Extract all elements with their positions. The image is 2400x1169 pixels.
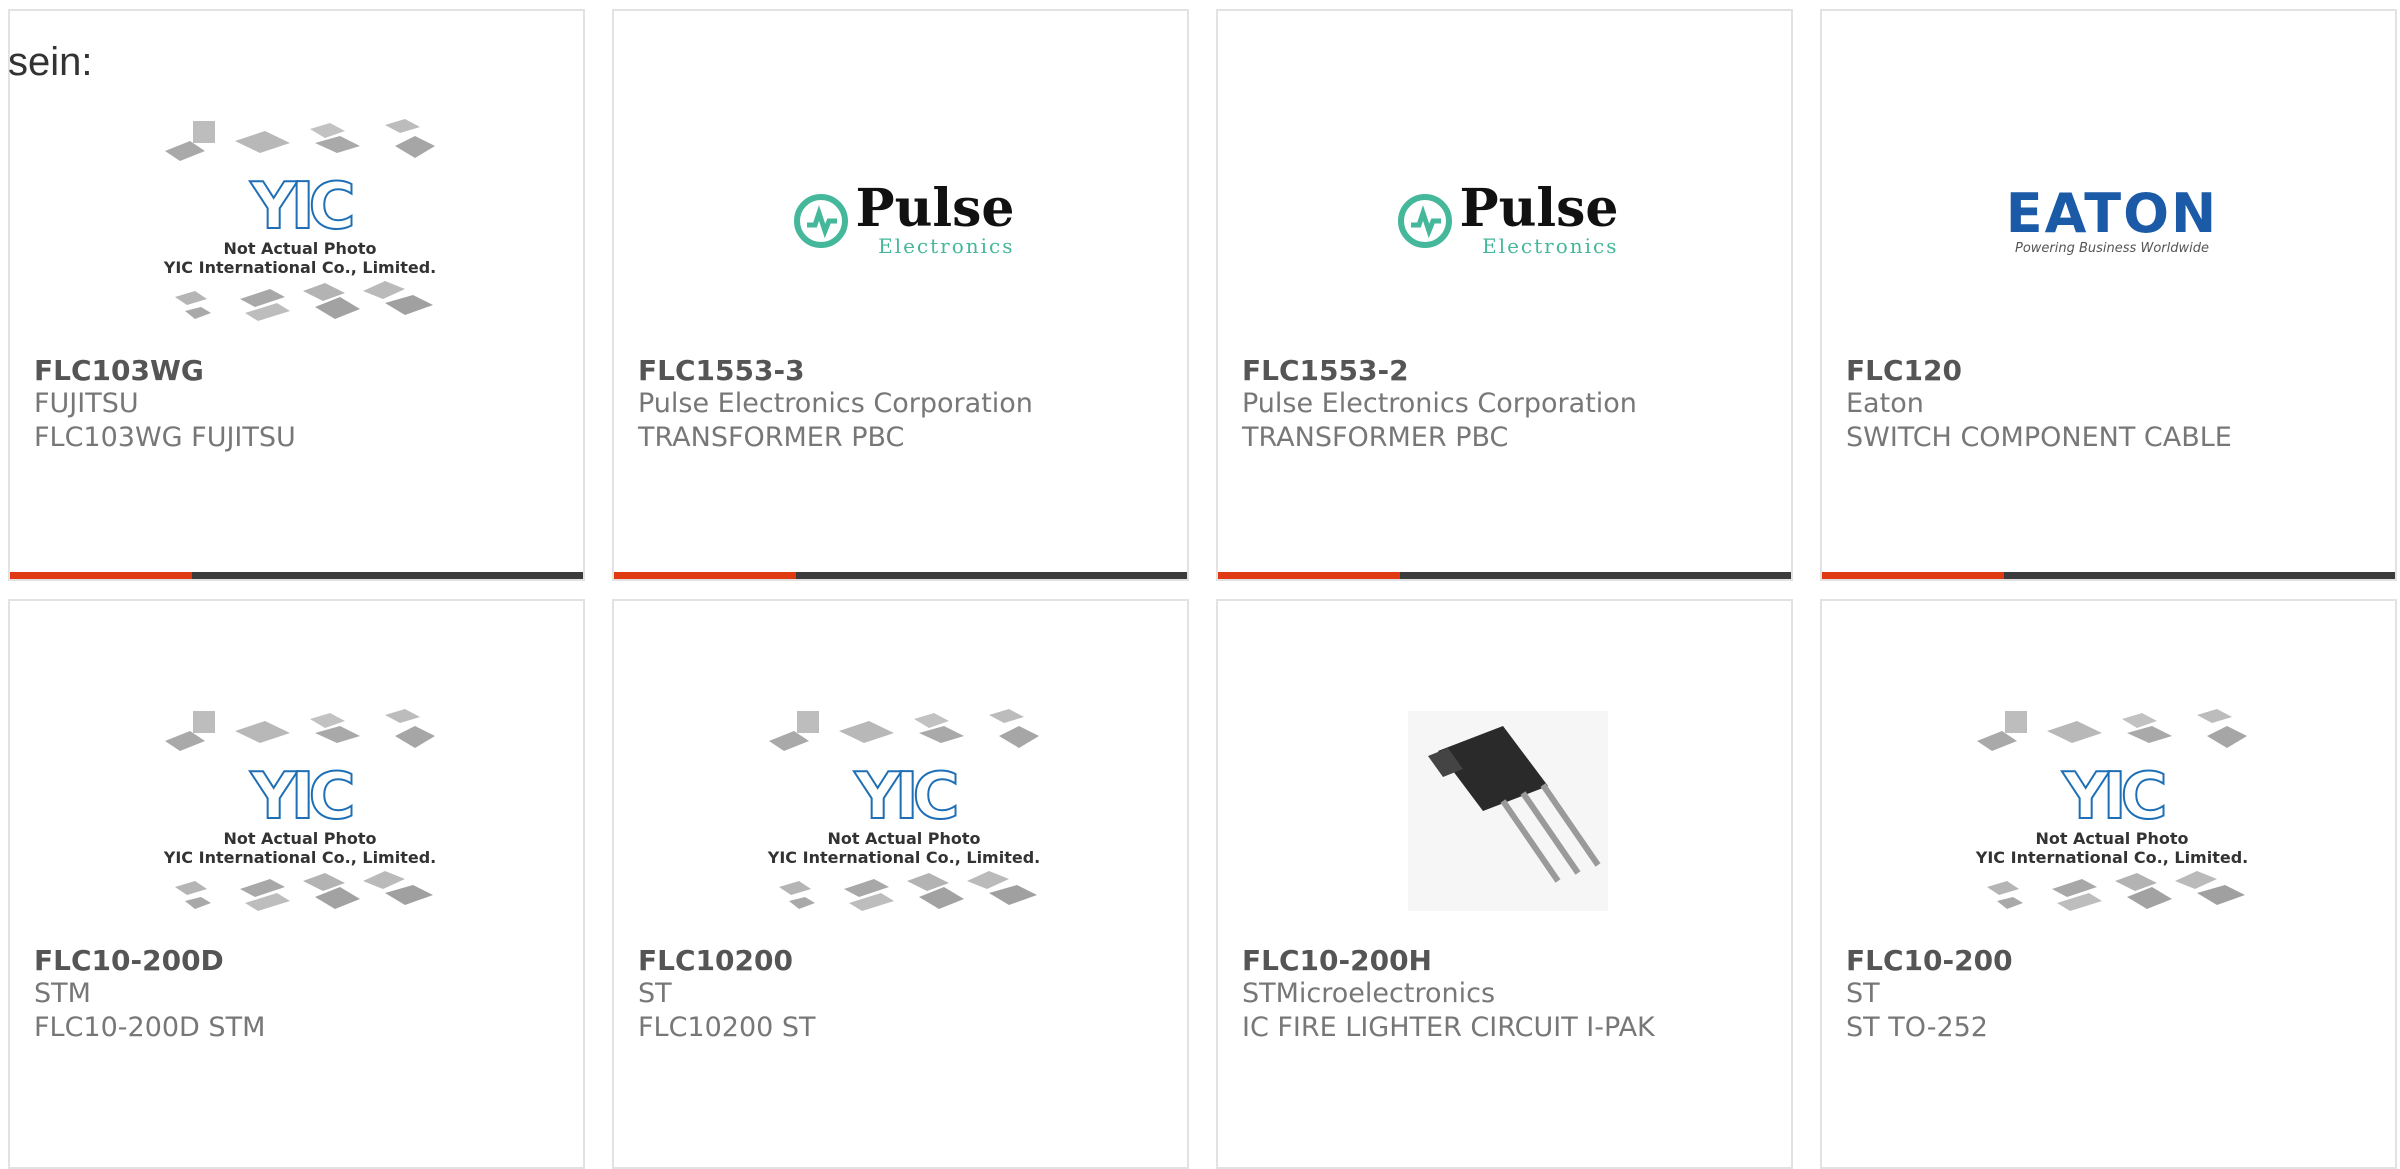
manufacturer: ST <box>1846 978 1880 1009</box>
pulse-mark-icon <box>794 194 849 248</box>
product-image-placeholder[interactable]: YIC Not Actual Photo YIC International C… <box>764 681 1044 941</box>
description: FLC10200 ST <box>638 1012 816 1043</box>
part-number[interactable]: FLC10200 <box>638 944 793 977</box>
chip-package-icons <box>1987 871 2245 911</box>
pulse-electronics-logo: Pulse Electronics <box>793 178 1015 258</box>
part-number[interactable]: FLC120 <box>1846 354 1962 387</box>
description: FLC10-200D STM <box>34 1012 266 1043</box>
product-card[interactable]: YIC Not Actual Photo YIC International C… <box>612 599 1189 1169</box>
manufacturer: STMicroelectronics <box>1242 978 1496 1009</box>
yic-logo: YIC <box>853 760 960 834</box>
part-number[interactable]: FLC1553-2 <box>1242 354 1409 387</box>
yic-placeholder-image: YIC Not Actual Photo YIC International C… <box>768 701 1040 921</box>
manufacturer: STM <box>34 978 91 1009</box>
chip-package-icons <box>779 871 1037 911</box>
yic-logo: YIC <box>249 760 356 834</box>
product-image-photo[interactable] <box>1368 681 1648 941</box>
yic-logo: YIC <box>2061 760 2168 834</box>
description: ST TO-252 <box>1846 1012 1988 1043</box>
ipak-transistor-image <box>1408 711 1608 911</box>
product-card[interactable]: YIC Not Actual Photo YIC International C… <box>8 9 585 581</box>
yic-logo: YIC <box>249 170 356 244</box>
chip-package-icons <box>165 119 435 161</box>
yic-company-label: YIC International Co., Limited. <box>163 258 437 277</box>
yic-placeholder-image: YIC Not Actual Photo YIC International C… <box>164 701 436 921</box>
chip-package-icons <box>769 709 1039 751</box>
description: SWITCH COMPONENT CABLE <box>1846 422 2232 453</box>
chip-package-icons <box>1977 709 2247 751</box>
chip-package-icons <box>175 281 433 321</box>
pulse-wordmark: Pulse <box>1459 178 1619 239</box>
card-accent-bar <box>1822 572 2395 579</box>
product-image-logo[interactable]: EATON Powering Business Worldwide <box>1972 91 2252 351</box>
product-image-placeholder[interactable]: YIC Not Actual Photo YIC International C… <box>160 681 440 941</box>
pulse-mark-icon <box>1398 194 1453 248</box>
product-grid: YIC Not Actual Photo YIC International C… <box>0 0 2400 1169</box>
card-accent-bar <box>614 572 1187 579</box>
yic-placeholder-image: YIC Not Actual Photo YIC International C… <box>164 111 436 331</box>
manufacturer: ST <box>638 978 672 1009</box>
yic-company-label: YIC International Co., Limited. <box>163 848 437 867</box>
description: IC FIRE LIGHTER CIRCUIT I-PAK <box>1242 1012 1655 1043</box>
intro-text: sein: <box>8 40 93 84</box>
manufacturer: Pulse Electronics Corporation <box>638 388 1033 419</box>
part-number[interactable]: FLC10-200H <box>1242 944 1432 977</box>
part-number[interactable]: FLC10-200D <box>34 944 224 977</box>
product-image-placeholder[interactable]: YIC Not Actual Photo YIC International C… <box>1972 681 2252 941</box>
product-card[interactable]: Pulse Electronics FLC1553-3 Pulse Electr… <box>612 9 1189 581</box>
product-card[interactable]: Pulse Electronics FLC1553-2 Pulse Electr… <box>1216 9 1793 581</box>
part-number[interactable]: FLC103WG <box>34 354 204 387</box>
product-card[interactable]: FLC10-200H STMicroelectronics IC FIRE LI… <box>1216 599 1793 1169</box>
product-image-logo[interactable]: Pulse Electronics <box>1368 91 1648 351</box>
yic-company-label: YIC International Co., Limited. <box>1975 848 2249 867</box>
pulse-wordmark: Pulse <box>855 178 1015 239</box>
eaton-wordmark: EATON <box>2005 181 2219 245</box>
product-image-placeholder[interactable]: YIC Not Actual Photo YIC International C… <box>160 91 440 351</box>
description: TRANSFORMER PBC <box>638 422 905 453</box>
not-actual-photo-label: Not Actual Photo <box>827 829 981 848</box>
product-card[interactable]: YIC Not Actual Photo YIC International C… <box>1820 599 2397 1169</box>
description: FLC103WG FUJITSU <box>34 422 296 453</box>
part-number[interactable]: FLC1553-3 <box>638 354 805 387</box>
chip-package-icons <box>175 871 433 911</box>
card-accent-bar <box>10 572 583 579</box>
manufacturer: Eaton <box>1846 388 1924 419</box>
yic-placeholder-image: YIC Not Actual Photo YIC International C… <box>1976 701 2248 921</box>
manufacturer: Pulse Electronics Corporation <box>1242 388 1637 419</box>
product-card[interactable]: YIC Not Actual Photo YIC International C… <box>8 599 585 1169</box>
card-accent-bar <box>1218 572 1791 579</box>
pulse-electronics-logo: Pulse Electronics <box>1397 178 1619 258</box>
not-actual-photo-label: Not Actual Photo <box>2035 829 2189 848</box>
description: TRANSFORMER PBC <box>1242 422 1509 453</box>
eaton-logo: EATON Powering Business Worldwide <box>2005 181 2219 256</box>
eaton-tagline: Powering Business Worldwide <box>2015 240 2209 256</box>
pulse-subtitle: Electronics <box>878 234 1015 258</box>
not-actual-photo-label: Not Actual Photo <box>223 239 377 258</box>
chip-package-icons <box>165 709 435 751</box>
pulse-subtitle: Electronics <box>1482 234 1619 258</box>
part-number[interactable]: FLC10-200 <box>1846 944 2013 977</box>
product-card[interactable]: EATON Powering Business Worldwide FLC120… <box>1820 9 2397 581</box>
manufacturer: FUJITSU <box>34 388 139 419</box>
product-image-logo[interactable]: Pulse Electronics <box>764 91 1044 351</box>
not-actual-photo-label: Not Actual Photo <box>223 829 377 848</box>
yic-company-label: YIC International Co., Limited. <box>767 848 1041 867</box>
